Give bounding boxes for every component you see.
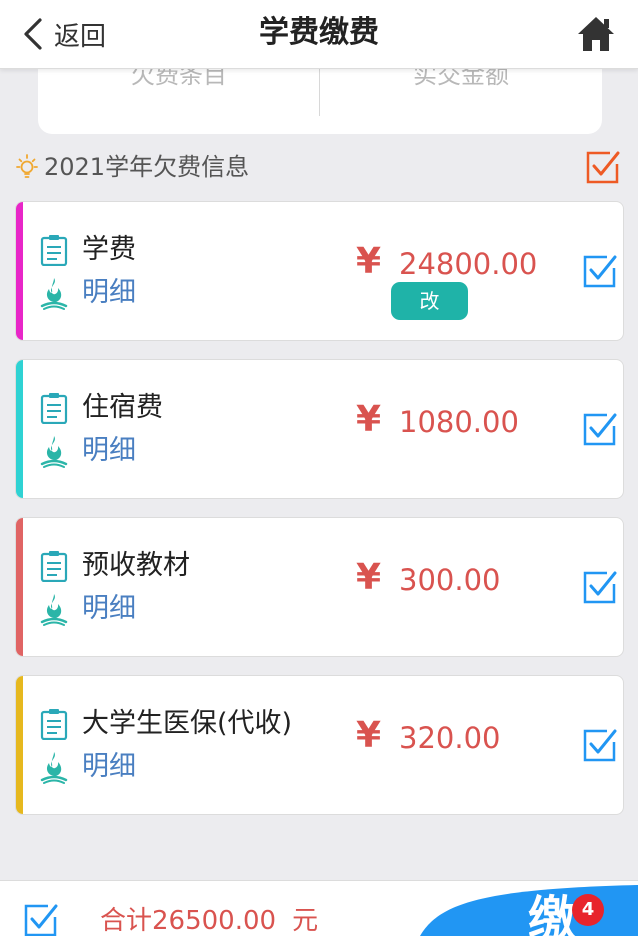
- card-accent-bar: [16, 360, 23, 498]
- fee-amount: 1080.00: [399, 405, 519, 439]
- item-checkbox[interactable]: [583, 254, 617, 288]
- flame-icon: [40, 752, 68, 784]
- clipboard-icon: [40, 235, 68, 266]
- currency-symbol: ¥: [356, 557, 382, 598]
- clipboard-icon: [40, 709, 68, 740]
- total-amount: 合计26500.00 元: [100, 903, 318, 936]
- payment-footer: 合计26500.00 元 缴: [0, 880, 638, 936]
- fee-amount: 24800.00: [399, 247, 538, 281]
- clipboard-icon: [40, 551, 68, 582]
- total-value: 合计26500.00: [100, 906, 277, 936]
- fee-name: 学费: [82, 234, 136, 265]
- fee-name: 预收教材: [82, 550, 190, 581]
- item-checkbox[interactable]: [583, 728, 617, 762]
- fee-card-accommodation: 住宿费 明细 ¥ 1080.00: [15, 359, 624, 499]
- flame-icon: [40, 278, 68, 310]
- currency-symbol: ¥: [356, 241, 382, 282]
- back-button[interactable]: 返回: [22, 14, 106, 54]
- select-all-checkbox[interactable]: [586, 150, 620, 184]
- item-checkbox[interactable]: [583, 570, 617, 604]
- item-checkbox[interactable]: [583, 412, 617, 446]
- currency-symbol: ¥: [356, 399, 382, 440]
- lightbulb-icon: [16, 154, 38, 178]
- card-accent-bar: [16, 676, 23, 814]
- fee-card-textbooks: 预收教材 明细 ¥ 300.00: [15, 517, 624, 657]
- back-label: 返回: [54, 21, 107, 52]
- fee-name: 住宿费: [82, 392, 163, 423]
- currency-symbol: ¥: [356, 715, 382, 756]
- edit-amount-button[interactable]: 改: [391, 282, 468, 320]
- fee-amount: 320.00: [399, 721, 501, 755]
- card-accent-bar: [16, 202, 23, 340]
- footer-select-all-checkbox[interactable]: [24, 903, 58, 936]
- pay-label: 缴: [528, 891, 576, 936]
- fee-amount: 300.00: [399, 563, 501, 597]
- fee-name: 大学生医保(代收): [82, 708, 293, 739]
- home-icon[interactable]: [576, 14, 616, 54]
- total-unit: 元: [292, 906, 319, 936]
- section-title: 2021学年欠费信息: [44, 153, 250, 181]
- card-accent-bar: [16, 518, 23, 656]
- detail-link[interactable]: 明细: [82, 275, 136, 311]
- detail-link[interactable]: 明细: [82, 591, 136, 627]
- pay-button[interactable]: 缴: [420, 881, 638, 936]
- flame-icon: [40, 594, 68, 626]
- detail-link[interactable]: 明细: [82, 749, 136, 785]
- clipboard-icon: [40, 393, 68, 424]
- detail-link[interactable]: 明细: [82, 433, 136, 469]
- section-header: 2021学年欠费信息: [14, 148, 624, 188]
- fee-card-medical-insurance: 大学生医保(代收) 明细 ¥ 320.00: [15, 675, 624, 815]
- fee-card-tuition: 学费 明细 ¥ 24800.00 改: [15, 201, 624, 341]
- cart-count-badge: 4: [572, 894, 604, 926]
- app-header: 返回 学费缴费: [0, 0, 638, 69]
- chevron-left-icon: [24, 18, 42, 50]
- flame-icon: [40, 436, 68, 468]
